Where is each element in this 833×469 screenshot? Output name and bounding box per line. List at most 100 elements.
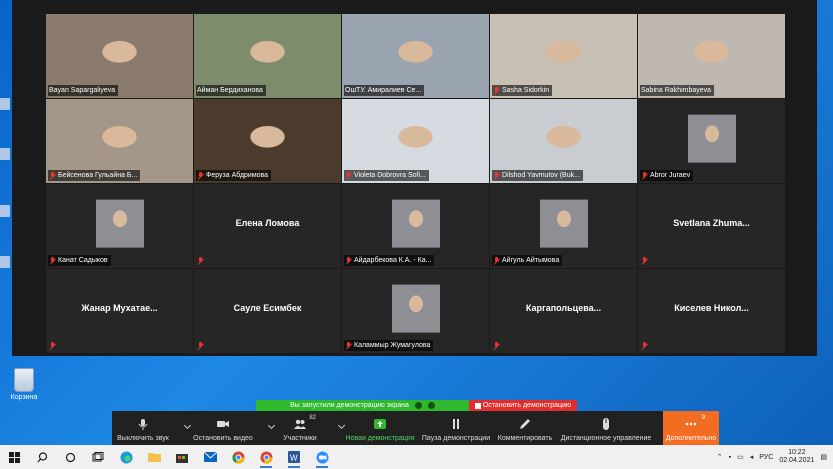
participant-tile[interactable]: Violeta Dobrovra Sofi... (342, 99, 489, 183)
mic-muted-icon (641, 342, 648, 350)
share-status[interactable]: Вы запустили демонстрацию экрана (256, 400, 469, 411)
notifications-icon[interactable]: ▤ (820, 453, 827, 461)
stop-share-label: Остановить демонстрацию (482, 402, 572, 409)
taskbar-explorer[interactable] (140, 445, 168, 469)
search-button[interactable] (28, 445, 56, 469)
participant-name-label: Айдарбекова К.А. - Ка... (344, 255, 435, 266)
tray-app-icon[interactable]: ▪ (729, 454, 731, 461)
desktop-icon[interactable] (0, 205, 10, 217)
participant-tile[interactable]: Abror Juraev (638, 99, 785, 183)
chevron-up-icon[interactable]: ⌃ (717, 453, 723, 461)
share-banner: Вы запустили демонстрацию экрана Останов… (256, 400, 577, 411)
participant-tile[interactable]: Айдарбекова К.А. - Ка... (342, 184, 489, 268)
stop-share-button[interactable]: Остановить демонстрацию (469, 400, 577, 411)
participant-name-label: Sabina Rakhimbayeva (640, 85, 715, 96)
mic-muted-icon (641, 171, 648, 180)
windows-icon (8, 451, 20, 463)
participant-tile[interactable]: Елена Ломова (194, 184, 341, 268)
pause-share-button[interactable]: Пауза демонстрации (418, 411, 494, 445)
participant-tile[interactable]: Канат Садыков (46, 184, 193, 268)
participant-tile[interactable]: Сауле Есимбек (194, 269, 341, 353)
more-icon (685, 422, 697, 426)
participant-tile[interactable]: Каламмыр Жумагулова (342, 269, 489, 353)
folder-icon (147, 453, 161, 462)
participant-name: Сауле Есимбек (233, 303, 302, 313)
mute-button[interactable]: Выключить звук (112, 411, 174, 445)
mic-muted-icon (197, 342, 204, 350)
participant-name: Svetlana Zhuma... (673, 218, 750, 228)
recycle-bin-label: Корзина (10, 394, 38, 401)
participant-tile[interactable]: Жанар Мухатае... (46, 269, 193, 353)
new-share-button[interactable]: Новая демонстрация (342, 411, 418, 445)
mic-muted-icon (49, 342, 56, 350)
participant-name: Айман Бердиханова (197, 87, 263, 94)
taskbar-chrome[interactable] (224, 445, 252, 469)
zoom-gallery-window: Bayan Sapargaliyeva Айман Бердиханова OшТУ… (12, 0, 817, 356)
mic-muted-icon (493, 342, 500, 350)
stop-video-button[interactable]: Остановить видео (188, 411, 258, 445)
shield-icon (427, 402, 435, 409)
desktop-icon[interactable] (0, 256, 10, 268)
taskbar-store[interactable] (168, 445, 196, 469)
taskbar-edge[interactable] (112, 445, 140, 469)
participants-count: 82 (309, 415, 316, 421)
remote-control-label: Дистанционное управление (560, 435, 652, 442)
participant-tile[interactable]: Айман Бердиханова (194, 14, 341, 98)
participant-tile[interactable]: Sasha Sidorkin (490, 14, 637, 98)
participant-name: Sabina Rakhimbayeva (641, 87, 712, 94)
participant-tile[interactable]: Sabina Rakhimbayeva (638, 14, 785, 98)
recycle-bin[interactable]: Корзина (8, 368, 40, 401)
participant-tile[interactable]: Bayan Sapargaliyeva (46, 14, 193, 98)
participant-tile[interactable]: OшТУ. Амиралиев Се... (342, 14, 489, 98)
participant-video-thumbnail (687, 114, 736, 163)
taskbar-mail[interactable] (196, 445, 224, 469)
participant-video-thumbnail (539, 199, 588, 248)
clock[interactable]: 10:22 02.04.2021 (779, 449, 814, 465)
taskbar: W ⌃ ▪ ▭ ◂ РУС 10:22 02.04.2021 ▤ (0, 445, 833, 469)
taskbar-chrome-2[interactable] (252, 445, 280, 469)
mic-muted-icon (493, 171, 500, 180)
task-view-button[interactable] (84, 445, 112, 469)
participant-name-label: Dilshod Yavmutov (Buk... (492, 170, 583, 181)
participant-video-thumbnail (391, 199, 440, 248)
participant-tile[interactable]: Svetlana Zhuma... (638, 184, 785, 268)
video-options-caret[interactable] (258, 411, 276, 445)
cortana-button[interactable] (56, 445, 84, 469)
network-icon[interactable]: ▭ (737, 453, 744, 461)
share-screen-icon (374, 419, 386, 429)
participant-name: Канат Садыков (58, 257, 108, 264)
participant-video-thumbnail (391, 284, 440, 333)
desktop-icon[interactable] (0, 148, 10, 160)
remote-control-button[interactable]: Дистанционное управление (556, 411, 656, 445)
participant-tile[interactable]: Бейсенова Гульайна Б... (46, 99, 193, 183)
pencil-icon (520, 419, 530, 429)
pause-icon (453, 419, 459, 429)
mic-muted-icon (197, 171, 204, 180)
audio-options-caret[interactable] (174, 411, 192, 445)
desktop-icon[interactable] (0, 98, 10, 110)
participant-name: Violeta Dobrovra Sofi... (354, 172, 426, 179)
participant-name: Каламмыр Жумагулова (354, 342, 431, 349)
participant-tile[interactable]: Киселев Никол... (638, 269, 785, 353)
participant-name-label: Sasha Sidorkin (492, 85, 553, 96)
participants-options-caret[interactable] (328, 411, 346, 445)
speaker-icon[interactable]: ◂ (750, 453, 754, 461)
mic-muted-icon (345, 256, 352, 265)
taskbar-zoom[interactable] (308, 445, 336, 469)
start-button[interactable] (0, 445, 28, 469)
participant-tile[interactable]: Dilshod Yavmutov (Buk... (490, 99, 637, 183)
participant-tile[interactable]: Каргапольцева... (490, 269, 637, 353)
taskbar-word[interactable]: W (280, 445, 308, 469)
language-indicator[interactable]: РУС (759, 454, 773, 461)
annotate-button[interactable]: Комментировать (494, 411, 556, 445)
participant-name: Жанар Мухатае... (81, 303, 158, 313)
participant-tile[interactable]: Феруза Абдримова (194, 99, 341, 183)
participant-tile[interactable]: Айгуль Айтымова (490, 184, 637, 268)
participant-name: Айгуль Айтымова (502, 257, 560, 264)
participant-name-label: Айман Бердиханова (196, 85, 266, 96)
participant-name-label: Бейсенова Гульайна Б... (48, 170, 141, 181)
more-button[interactable]: 9 Дополнительно (663, 411, 719, 445)
mail-icon (203, 452, 217, 462)
participants-button[interactable]: 82 Участники (272, 411, 328, 445)
participants-icon (294, 419, 306, 429)
